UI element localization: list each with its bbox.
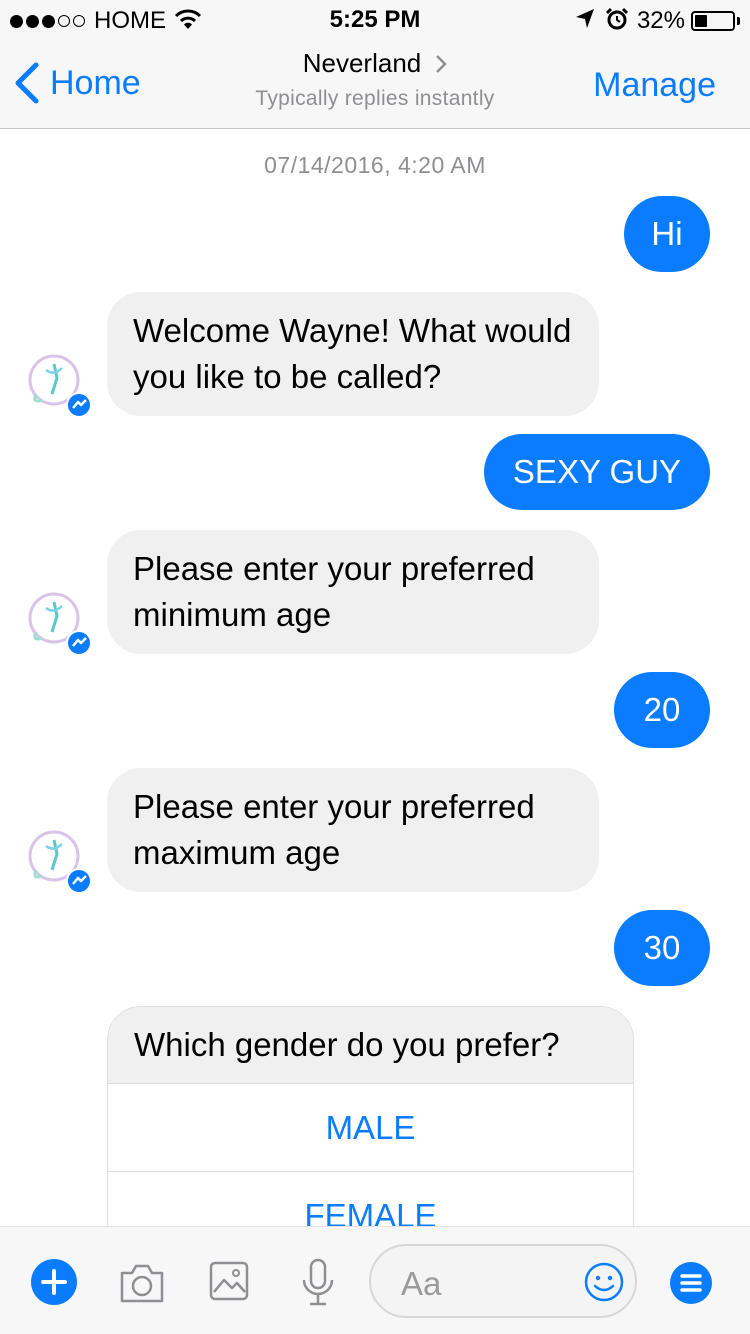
quick-reply-question: Which gender do you prefer?: [108, 1007, 633, 1083]
conversation-title-area[interactable]: Neverland Typically replies instantly: [175, 48, 575, 111]
back-button-label: Home: [50, 63, 141, 102]
alarm-icon: [605, 7, 629, 36]
outgoing-message[interactable]: 20: [614, 672, 710, 748]
message-timestamp: 07/14/2016, 4:20 AM: [264, 152, 486, 178]
chevron-right-icon: [436, 54, 448, 73]
conversation-name: Neverland: [302, 48, 422, 78]
menu-icon[interactable]: [670, 1262, 712, 1309]
bot-avatar[interactable]: [24, 588, 94, 658]
message-input-placeholder: Aa: [401, 1265, 442, 1302]
incoming-message[interactable]: Please enter your preferred minimum age: [107, 530, 599, 654]
message-input[interactable]: Aa: [369, 1244, 637, 1318]
quick-reply-option-male[interactable]: MALE: [108, 1083, 633, 1171]
status-right: 32%: [575, 6, 740, 36]
quick-reply-card: Which gender do you prefer? MALE FEMALE: [107, 1006, 634, 1226]
back-button[interactable]: Home: [14, 62, 141, 104]
battery-tip: [737, 17, 740, 25]
conversation-header: Home Neverland Typically replies instant…: [0, 40, 750, 129]
conversation-title[interactable]: Neverland: [303, 48, 448, 79]
composer-bar: Aa: [0, 1226, 750, 1334]
bot-avatar[interactable]: [24, 826, 94, 896]
manage-button[interactable]: Manage: [593, 66, 716, 105]
status-bar: HOME 5:25 PM 32%: [0, 0, 750, 40]
incoming-message[interactable]: Please enter your preferred maximum age: [107, 768, 599, 892]
location-arrow-icon: [575, 8, 595, 35]
incoming-message[interactable]: Welcome Wayne! What would you like to be…: [107, 292, 599, 416]
battery-level: [695, 15, 707, 27]
outgoing-message[interactable]: Hi: [624, 196, 710, 272]
conversation-subtitle: Typically replies instantly: [255, 87, 495, 110]
battery-icon: [691, 11, 735, 31]
microphone-icon[interactable]: [300, 1258, 336, 1313]
plus-icon[interactable]: [31, 1259, 77, 1310]
quick-reply-option-female[interactable]: FEMALE: [108, 1171, 633, 1226]
outgoing-message[interactable]: 30: [614, 910, 710, 986]
emoji-icon[interactable]: [583, 1261, 625, 1308]
outgoing-message[interactable]: SEXY GUY: [484, 434, 710, 510]
message-list[interactable]: 07/14/2016, 4:20 AM Hi Welcome Wayne! Wh…: [0, 130, 750, 1226]
camera-icon[interactable]: [118, 1261, 166, 1310]
battery-percent: 32%: [636, 7, 685, 34]
chevron-left-icon: [15, 62, 39, 104]
bot-avatar[interactable]: [24, 350, 94, 420]
photo-icon[interactable]: [208, 1260, 250, 1307]
